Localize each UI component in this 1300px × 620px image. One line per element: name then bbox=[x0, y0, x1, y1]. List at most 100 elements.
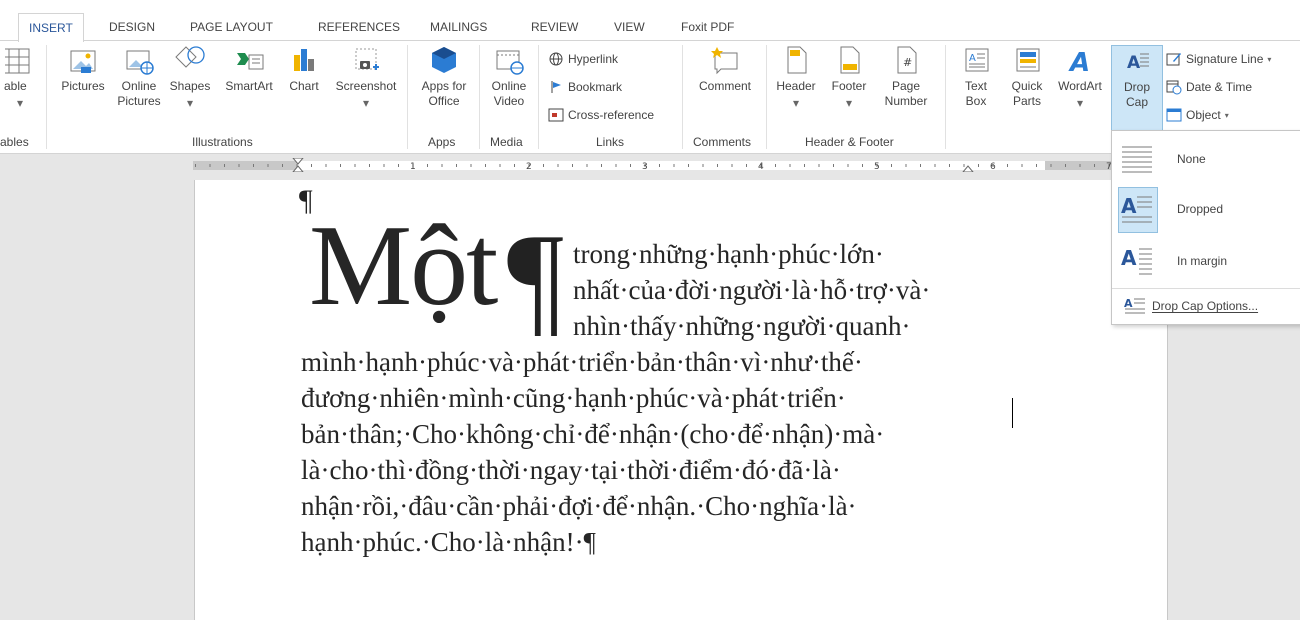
signature-line-button[interactable]: Signature Line ▾ bbox=[1166, 51, 1271, 67]
apps-for-office-button[interactable]: Apps for Office bbox=[414, 43, 474, 109]
menu-item-dropped[interactable]: A Dropped bbox=[1112, 185, 1300, 235]
chevron-down-icon: ▾ bbox=[1224, 110, 1229, 120]
wordart-button[interactable]: A WordArt ▾ bbox=[1052, 43, 1108, 111]
document-line[interactable]: bản·thân;·Cho·không·chỉ·để·nhận·(cho·để·… bbox=[301, 416, 884, 452]
chevron-down-icon: ▾ bbox=[845, 96, 853, 110]
media-group-label: Media bbox=[490, 135, 523, 149]
document-line[interactable]: là·cho·thì·đồng·thời·ngay·tại·thời·điểm·… bbox=[301, 452, 841, 488]
comment-icon bbox=[711, 47, 738, 75]
drop-cap-options-icon: A bbox=[1124, 297, 1145, 314]
quick-parts-button[interactable]: Quick Parts bbox=[1002, 43, 1052, 109]
menu-item-none[interactable]: None bbox=[1112, 135, 1300, 185]
shapes-button[interactable]: Shapes ▾ bbox=[166, 43, 214, 111]
cross-reference-label: Cross-reference bbox=[568, 108, 655, 122]
drop-cap-letter[interactable]: Một bbox=[309, 208, 498, 324]
date-time-button[interactable]: Date & Time bbox=[1166, 79, 1252, 95]
menu-item-label: In margin bbox=[1177, 254, 1228, 268]
illustrations-group-label: Illustrations bbox=[192, 135, 253, 149]
document-line[interactable]: nhận·rồi,·đâu·cần·phải·đợi·để·nhận.·Cho·… bbox=[301, 488, 857, 524]
page-number-label: Page Number bbox=[884, 79, 928, 108]
document-line[interactable]: trong·những·hạnh·phúc·lớn· bbox=[573, 236, 884, 272]
comment-button[interactable]: Comment bbox=[688, 43, 762, 94]
tab-view[interactable]: VIEW bbox=[614, 20, 645, 34]
apps-group-label: Apps bbox=[428, 135, 456, 149]
tab-foxit-pdf[interactable]: Foxit PDF bbox=[681, 20, 734, 34]
shapes-icon bbox=[175, 46, 205, 68]
tab-mailings[interactable]: MAILINGS bbox=[430, 20, 487, 34]
document-page[interactable]: ¶ Một ¶ trong·những·hạnh·phúc·lớn· nhất·… bbox=[194, 180, 1168, 620]
header-icon bbox=[787, 46, 807, 74]
text-cursor bbox=[1012, 398, 1013, 428]
ruler-number: 4 bbox=[758, 162, 764, 172]
drop-cap-button[interactable]: A Drop Cap bbox=[1111, 45, 1163, 133]
footer-button[interactable]: Footer ▾ bbox=[824, 43, 874, 111]
ruler-number: 3 bbox=[642, 162, 648, 172]
comment-label: Comment bbox=[698, 79, 751, 93]
quick-parts-label: Quick Parts bbox=[1011, 79, 1043, 108]
text-box-icon: A bbox=[965, 48, 989, 72]
footer-label: Footer bbox=[831, 79, 867, 93]
tab-references[interactable]: REFERENCES bbox=[318, 20, 400, 34]
signature-pen-icon bbox=[1166, 53, 1181, 66]
drop-cap-paragraph-mark: ¶ bbox=[507, 209, 565, 348]
no-drop-cap-icon bbox=[1122, 146, 1152, 173]
header-button[interactable]: Header ▾ bbox=[771, 43, 821, 111]
footer-icon bbox=[840, 46, 860, 74]
text-box-label: Text Box bbox=[964, 79, 987, 108]
wordart-icon: A bbox=[1068, 48, 1090, 77]
bookmark-label: Bookmark bbox=[568, 80, 623, 94]
menu-item-in-margin[interactable]: A In margin bbox=[1112, 237, 1300, 287]
tab-insert[interactable]: INSERT bbox=[18, 13, 84, 42]
bookmark-flag-icon bbox=[551, 81, 561, 93]
smartart-icon bbox=[237, 53, 264, 70]
chart-button[interactable]: Chart bbox=[284, 43, 324, 94]
document-line[interactable]: nhìn·thấy·những·người·quanh· bbox=[573, 308, 910, 344]
svg-text:A: A bbox=[1124, 297, 1133, 310]
table-button[interactable]: able ▾ bbox=[0, 43, 40, 111]
tab-review[interactable]: REVIEW bbox=[531, 20, 578, 34]
smartart-button[interactable]: SmartArt bbox=[218, 43, 280, 94]
shapes-label: Shapes bbox=[169, 79, 211, 93]
table-label: able bbox=[4, 79, 27, 93]
pictures-button[interactable]: Pictures bbox=[58, 43, 108, 94]
object-button[interactable]: Object ▾ bbox=[1166, 107, 1229, 123]
tab-design[interactable]: DESIGN bbox=[109, 20, 155, 34]
cross-reference-button[interactable]: Cross-reference bbox=[548, 107, 654, 123]
document-line[interactable]: đương·nhiên·mình·cũng·hạnh·phúc·và·phát·… bbox=[301, 380, 846, 416]
horizontal-ruler[interactable]: 11234567 bbox=[178, 157, 1159, 173]
svg-text:#: # bbox=[903, 56, 912, 69]
ribbon: able ▾ ables Pictures Online Pictures Sh… bbox=[0, 40, 1300, 154]
dropped-cap-icon: A bbox=[1121, 194, 1152, 223]
menu-item-drop-cap-options[interactable]: A Drop Cap Options... bbox=[1112, 291, 1300, 321]
tab-page-layout[interactable]: PAGE LAYOUT bbox=[190, 20, 273, 34]
screenshot-label: Screenshot bbox=[335, 79, 397, 93]
ruler-scale: 11234567 bbox=[178, 157, 1159, 173]
screenshot-button[interactable]: Screenshot ▾ bbox=[330, 43, 402, 111]
ruler-number: 5 bbox=[874, 162, 880, 172]
bookmark-button[interactable]: Bookmark bbox=[548, 79, 622, 95]
chevron-down-icon: ▾ bbox=[16, 96, 24, 110]
cross-reference-icon bbox=[548, 108, 564, 122]
drop-cap-icon: A bbox=[1127, 53, 1149, 73]
chart-icon bbox=[294, 49, 314, 71]
table-icon bbox=[5, 48, 30, 74]
svg-text:A: A bbox=[1121, 194, 1137, 218]
document-line[interactable]: hạnh·phúc.·Cho·là·nhận!·¶ bbox=[301, 524, 596, 560]
menu-item-label: Dropped bbox=[1177, 202, 1224, 216]
online-video-button[interactable]: Online Video bbox=[484, 43, 534, 109]
online-pictures-button[interactable]: Online Pictures bbox=[112, 43, 166, 109]
chevron-down-icon: ▾ bbox=[1076, 96, 1084, 110]
online-video-label: Online Video bbox=[491, 79, 527, 108]
hyperlink-button[interactable]: Hyperlink bbox=[548, 51, 618, 67]
chevron-down-icon: ▾ bbox=[1267, 54, 1272, 64]
svg-text:A: A bbox=[1121, 246, 1137, 270]
text-box-button[interactable]: A Text Box bbox=[954, 43, 998, 109]
margin-drop-cap-icon: A bbox=[1121, 246, 1152, 275]
svg-text:A: A bbox=[1127, 53, 1141, 73]
date-time-label: Date & Time bbox=[1186, 80, 1253, 94]
online-pictures-label: Online Pictures bbox=[117, 79, 161, 108]
page-number-button[interactable]: # Page Number bbox=[876, 43, 936, 109]
document-line[interactable]: mình·hạnh·phúc·và·phát·triển·bản·thân·vì… bbox=[301, 344, 863, 380]
document-line[interactable]: nhất·của·đời·người·là·hỗ·trợ·và· bbox=[573, 272, 930, 308]
svg-text:A: A bbox=[969, 53, 976, 64]
